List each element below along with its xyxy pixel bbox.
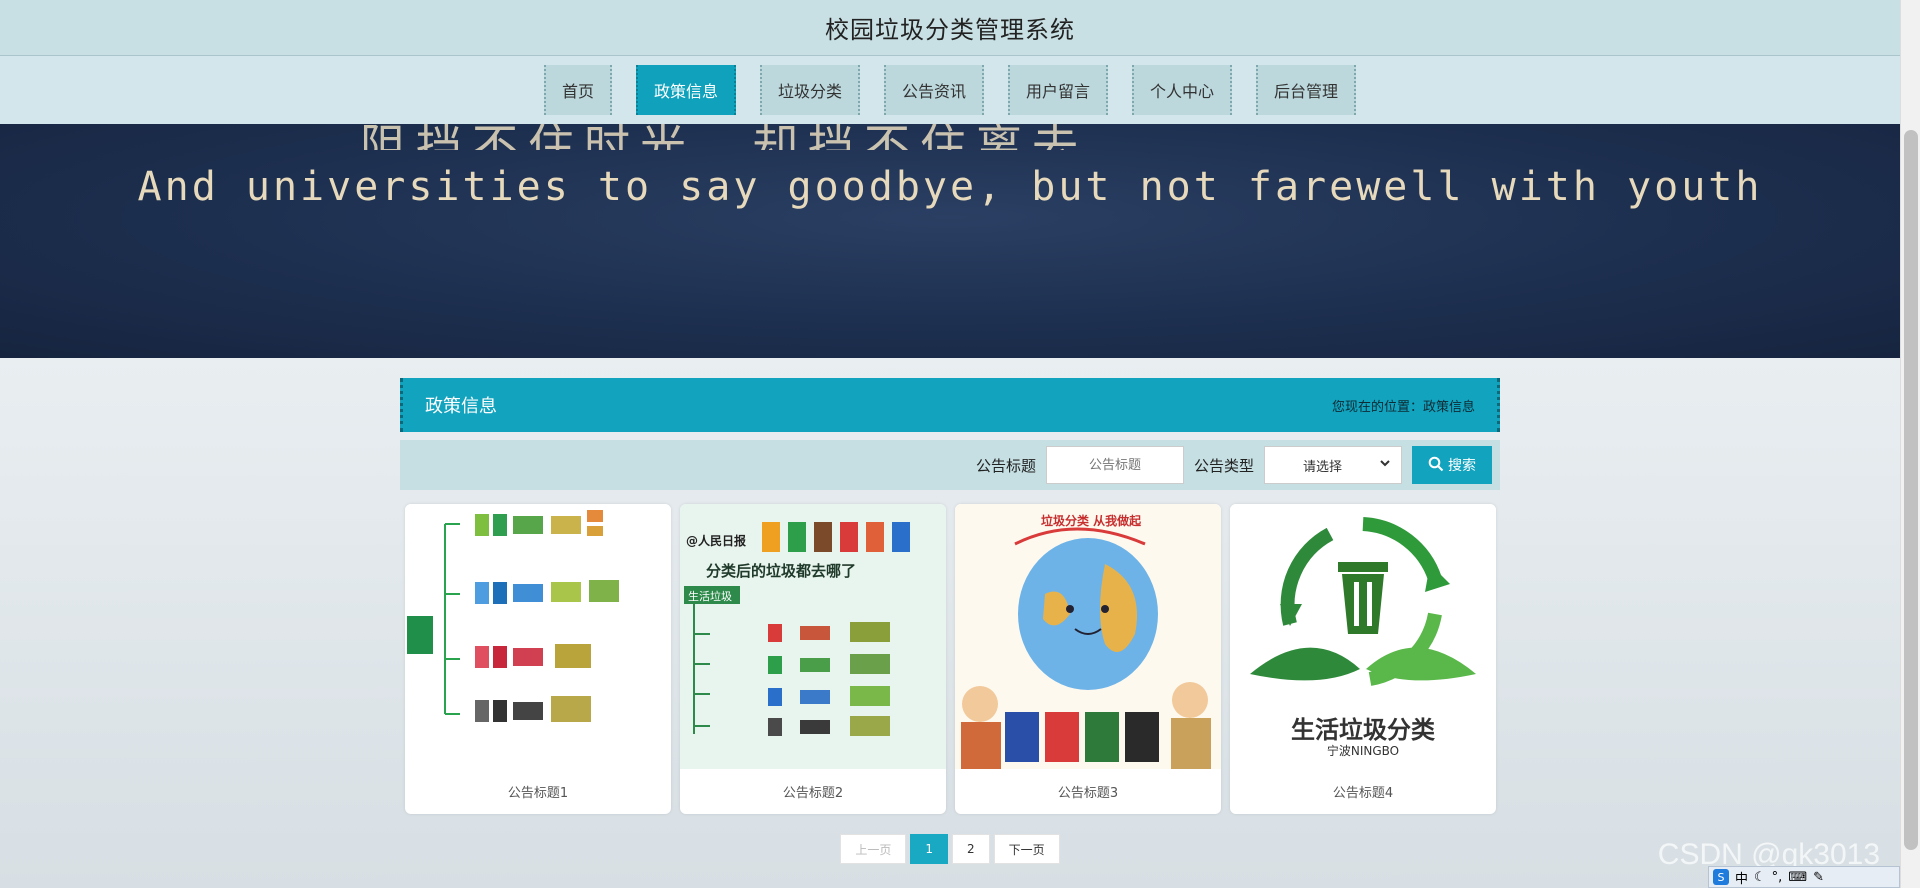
title-filter-label: 公告标题	[975, 456, 1036, 475]
moon-icon[interactable]: ☾	[1754, 870, 1766, 885]
card-image-recycle-logo[interactable]: 生活垃圾分类 宁波NINGBO	[1230, 504, 1496, 769]
list-item[interactable]: @人民日报 分类后的垃圾都去哪了 生活垃圾 公告标题2	[680, 504, 946, 814]
type-select-value: 请选择	[1303, 459, 1343, 475]
card-title[interactable]: 公告标题1	[405, 769, 671, 814]
punctuation-icon[interactable]: °,	[1772, 870, 1783, 885]
search-button-label: 搜索	[1448, 457, 1476, 473]
nav-user-messages[interactable]: 用户留言	[1008, 65, 1109, 115]
card-title[interactable]: 公告标题4	[1230, 769, 1496, 814]
search-button[interactable]: 搜索	[1412, 446, 1492, 484]
card-overlay-heading: 生活垃圾分类	[1291, 716, 1435, 744]
page-1-button[interactable]: 1	[910, 834, 948, 864]
site-header: 校园垃圾分类管理系统	[0, 0, 1900, 56]
card-grid: 公告标题1 @人民日报 分类后的垃圾都去哪了 生活垃圾 公告标题2 垃圾分类 从…	[400, 504, 1500, 814]
main-nav: 首页 政策信息 垃圾分类 公告资讯 用户留言 个人中心 后台管理	[0, 56, 1900, 124]
section-title: 政策信息	[425, 396, 497, 417]
card-image-earth-cartoon[interactable]: 垃圾分类 从我做起	[955, 504, 1221, 769]
chevron-down-icon	[1379, 457, 1391, 473]
breadcrumb-current[interactable]: 政策信息	[1423, 400, 1475, 415]
card-image-infographic[interactable]: @人民日报 分类后的垃圾都去哪了 生活垃圾	[680, 504, 946, 769]
type-filter-label: 公告类型	[1193, 456, 1254, 475]
hero-banner: 阻挡不住时光，却挡不住离去 And universities to say go…	[0, 124, 1900, 358]
ime-mode[interactable]: 中	[1735, 868, 1748, 887]
card-overlay-heading: 分类后的垃圾都去哪了	[706, 562, 857, 580]
section-header: 政策信息 您现在的位置：政策信息	[400, 378, 1500, 432]
card-title[interactable]: 公告标题3	[955, 769, 1221, 814]
nav-home[interactable]: 首页	[543, 65, 612, 115]
ime-logo-icon[interactable]: S	[1713, 869, 1729, 885]
page-2-button[interactable]: 2	[952, 834, 990, 864]
nav-personal-center[interactable]: 个人中心	[1132, 65, 1233, 115]
page-scrollbar[interactable]	[1900, 0, 1920, 888]
type-select[interactable]: 请选择	[1264, 446, 1402, 484]
card-image-flow-chart[interactable]	[405, 504, 671, 769]
search-icon	[1428, 456, 1444, 475]
tools-icon[interactable]: ✎	[1813, 870, 1824, 885]
card-overlay-sub: 宁波NINGBO	[1326, 744, 1400, 758]
keyboard-icon[interactable]: ⌨	[1788, 870, 1807, 885]
list-item[interactable]: 垃圾分类 从我做起 公告标题3	[955, 504, 1221, 814]
nav-announcements[interactable]: 公告资讯	[883, 65, 984, 115]
site-title: 校园垃圾分类管理系统	[825, 16, 1075, 44]
nav-admin[interactable]: 后台管理	[1256, 65, 1357, 115]
prev-page-button[interactable]: 上一页	[840, 834, 907, 864]
breadcrumb: 您现在的位置：政策信息	[1332, 396, 1475, 415]
card-overlay-tag: 生活垃圾	[688, 590, 732, 603]
list-item[interactable]: 生活垃圾分类 宁波NINGBO 公告标题4	[1230, 504, 1496, 814]
list-item[interactable]: 公告标题1	[405, 504, 671, 814]
card-overlay-brand: @人民日报	[686, 534, 747, 548]
search-bar: 公告标题 公告类型 请选择 搜索	[400, 440, 1500, 490]
breadcrumb-prefix: 您现在的位置：	[1331, 399, 1423, 415]
next-page-button[interactable]: 下一页	[993, 834, 1060, 864]
banner-line-2: And universities to say goodbye, but not…	[137, 164, 1763, 210]
nav-garbage-classification[interactable]: 垃圾分类	[759, 65, 860, 115]
card-title[interactable]: 公告标题2	[680, 769, 946, 814]
main-content: 政策信息 您现在的位置：政策信息 公告标题 公告类型 请选择 搜索	[400, 378, 1500, 864]
card-overlay-heading: 垃圾分类 从我做起	[1041, 514, 1142, 528]
title-search-input[interactable]	[1045, 446, 1184, 484]
pagination: 上一页 1 2 下一页	[400, 834, 1500, 864]
scrollbar-thumb[interactable]	[1904, 130, 1918, 850]
nav-policy[interactable]: 政策信息	[635, 65, 736, 115]
banner-line-1: 阻挡不住时光，却挡不住离去	[360, 124, 1480, 150]
ime-toolbar[interactable]: S 中 ☾ °, ⌨ ✎	[1708, 866, 1900, 888]
